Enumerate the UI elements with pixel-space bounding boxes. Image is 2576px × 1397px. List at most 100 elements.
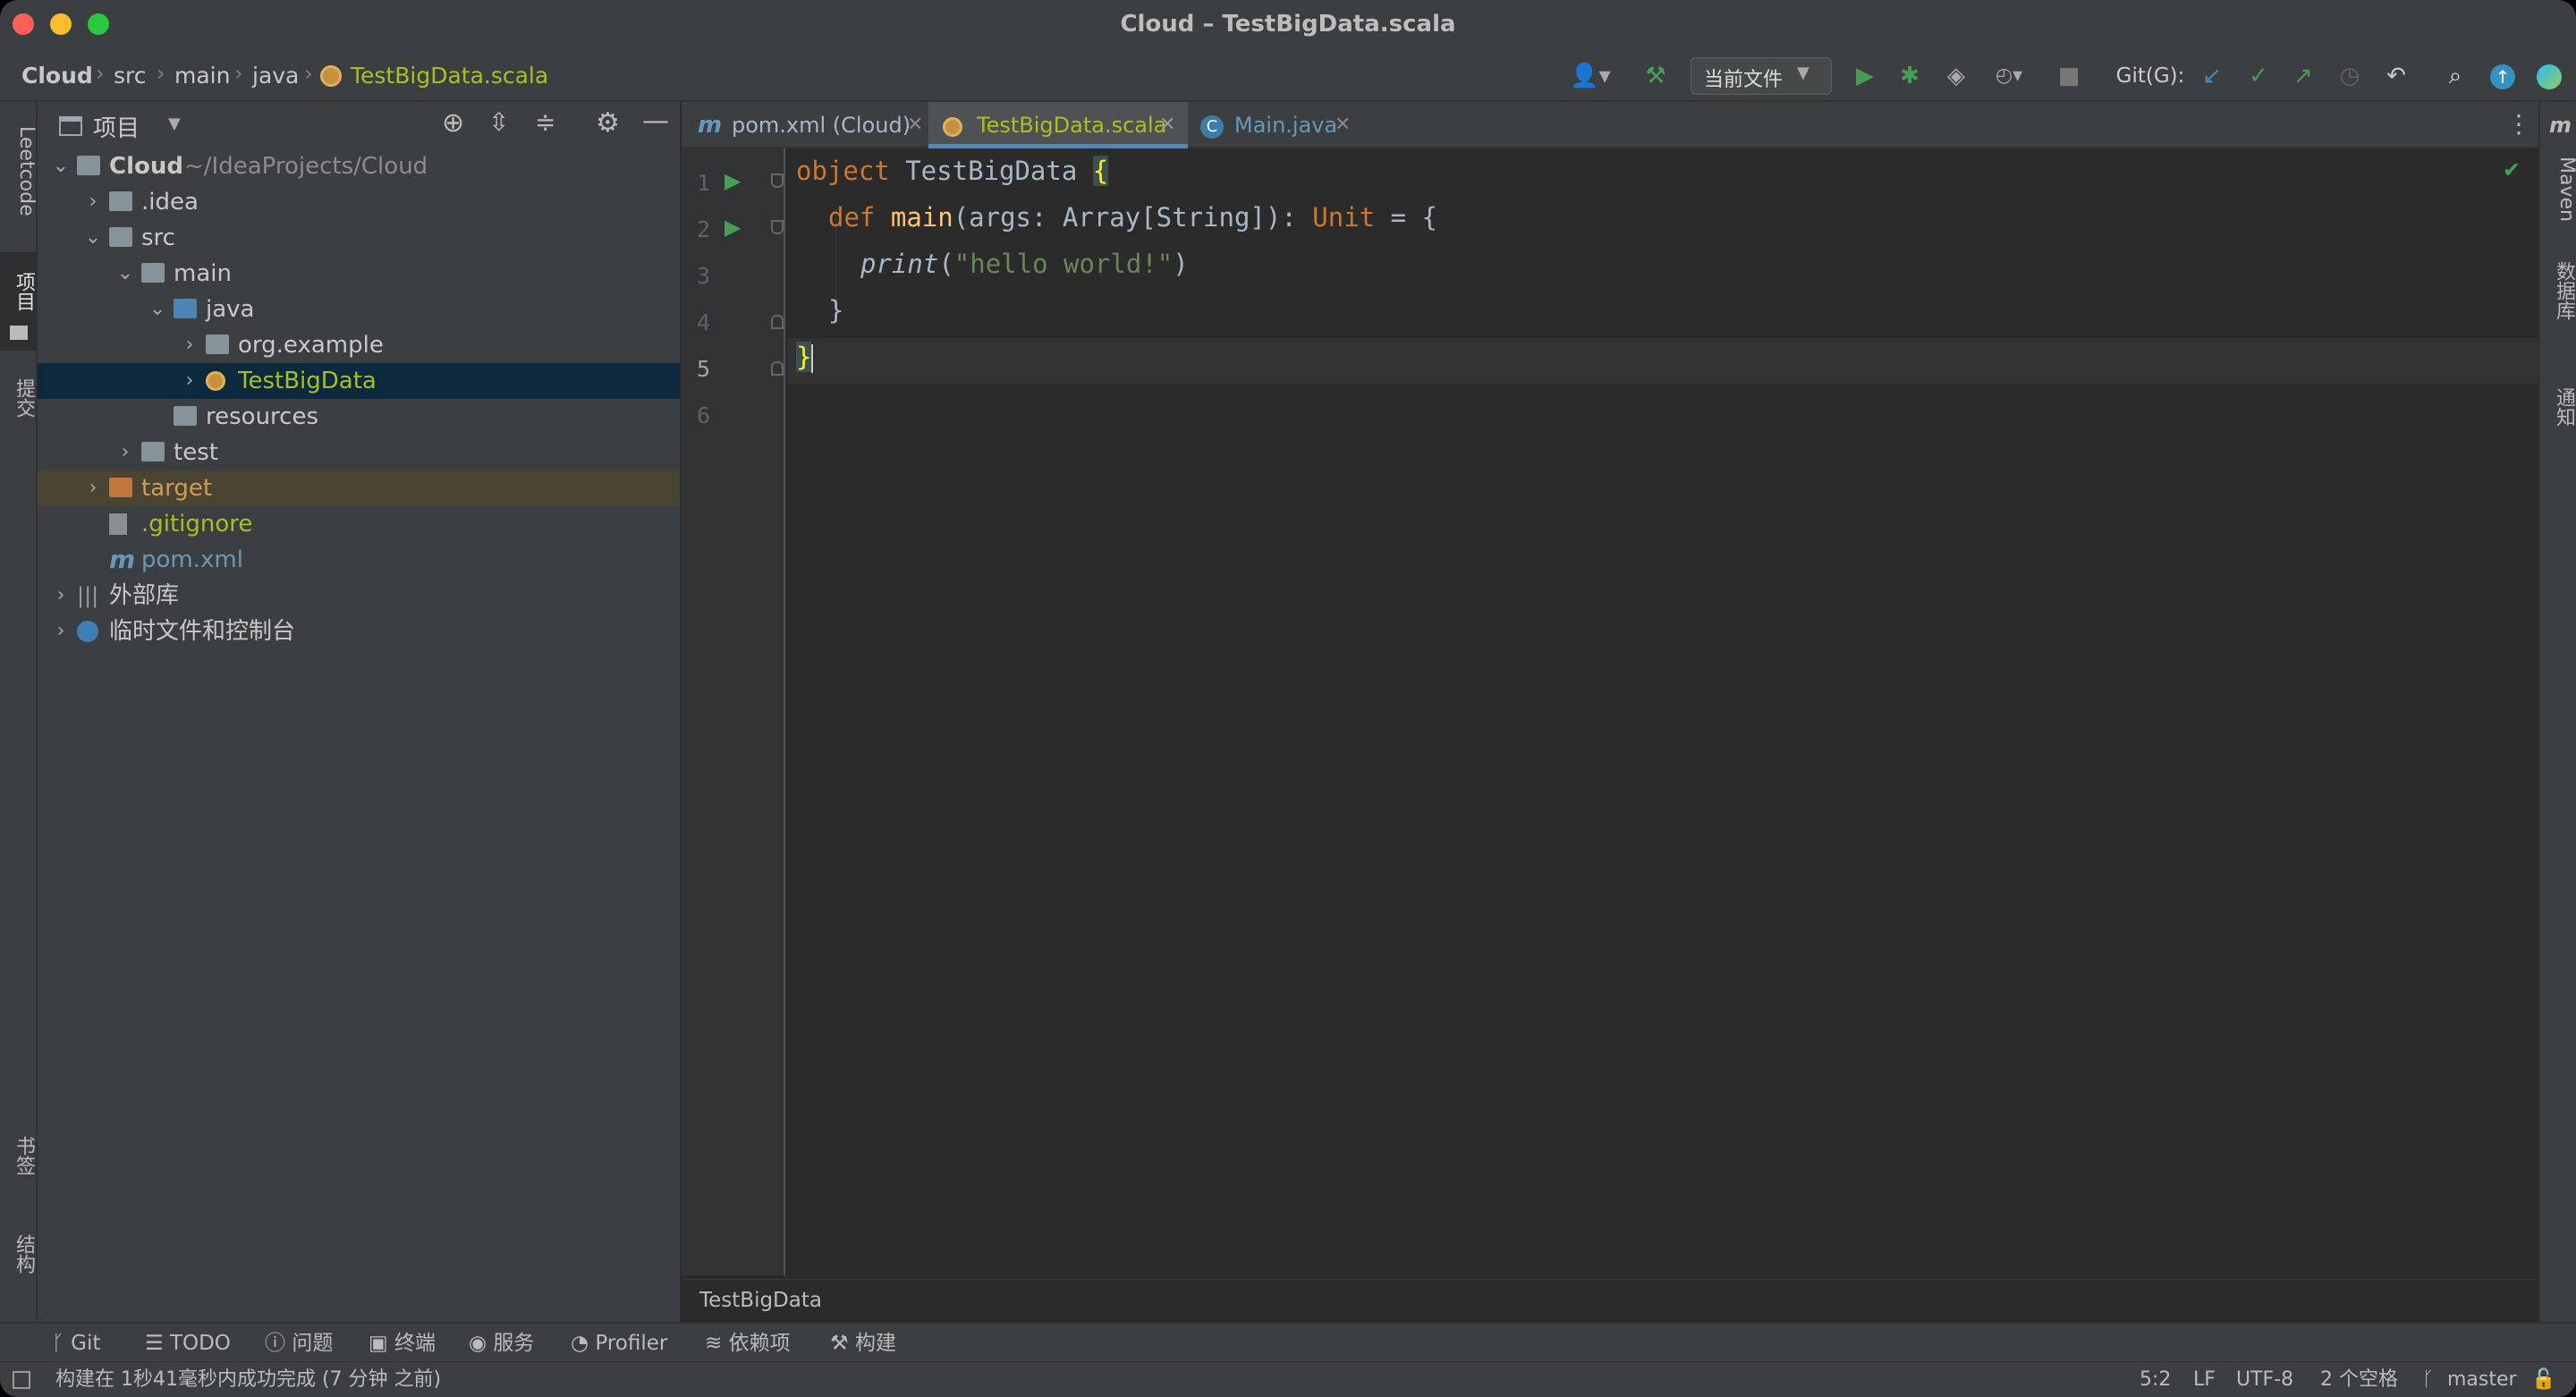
code-line-3[interactable]: print("hello world!") bbox=[860, 249, 1189, 279]
leetcode-tool[interactable]: Leetcode bbox=[0, 113, 38, 229]
git-branch[interactable]: master bbox=[2447, 1362, 2517, 1397]
caret-position[interactable]: 5:2 bbox=[2140, 1362, 2171, 1397]
file-encoding[interactable]: UTF-8 bbox=[2236, 1362, 2293, 1397]
tree-item[interactable]: › 临时文件和控制台 bbox=[38, 614, 680, 649]
tab-main-java[interactable]: C Main.java ✕ bbox=[1200, 102, 1433, 148]
close-window-button[interactable] bbox=[13, 13, 34, 35]
code-line-2[interactable]: def main(args: Array[String]): Unit = { bbox=[828, 202, 1437, 233]
chevron-right-icon[interactable]: › bbox=[179, 327, 200, 363]
run-gutter-icon[interactable]: ▶ bbox=[724, 168, 741, 193]
close-icon[interactable]: ✕ bbox=[1335, 102, 1351, 148]
fold-icon[interactable] bbox=[771, 361, 784, 376]
hide-icon[interactable]: — bbox=[642, 106, 669, 137]
chevron-down-icon[interactable]: ⌄ bbox=[50, 148, 72, 184]
database-tool[interactable]: 数据库 bbox=[2540, 241, 2576, 340]
services-tool[interactable]: ◉ 服务 bbox=[469, 1324, 534, 1363]
tree-item-src[interactable]: ⌄ src bbox=[38, 220, 680, 256]
build-tool[interactable]: ⚒ 构建 bbox=[830, 1324, 896, 1363]
minimize-window-button[interactable] bbox=[50, 13, 72, 35]
tree-item-target[interactable]: › target bbox=[38, 470, 680, 506]
chevron-right-icon[interactable]: › bbox=[50, 578, 72, 614]
run-gutter-icon[interactable]: ▶ bbox=[724, 215, 741, 240]
close-icon[interactable]: ✕ bbox=[1159, 102, 1175, 148]
tree-item-idea[interactable]: › .idea bbox=[38, 184, 680, 220]
expand-all-icon[interactable]: ⇳ bbox=[488, 107, 509, 137]
indent-setting[interactable]: 2 个空格 bbox=[2320, 1362, 2398, 1397]
account-icon[interactable]: 👤▾ bbox=[1565, 61, 1615, 91]
fold-icon[interactable] bbox=[771, 315, 784, 329]
editor-breadcrumb[interactable]: TestBigData bbox=[699, 1289, 822, 1312]
profiler-tool[interactable]: ◔ Profiler bbox=[571, 1324, 667, 1363]
tree-item-testbigdata[interactable]: › TestBigData bbox=[38, 363, 680, 399]
chevron-right-icon[interactable]: › bbox=[82, 470, 104, 506]
fold-icon[interactable] bbox=[771, 220, 784, 234]
tab-pom-xml[interactable]: m pom.xml (Cloud) ✕ bbox=[687, 102, 939, 148]
build-hammer-icon[interactable]: ⚒ bbox=[1640, 61, 1671, 91]
chevron-right-icon[interactable]: › bbox=[82, 184, 104, 220]
run-icon[interactable]: ▶ bbox=[1850, 61, 1880, 91]
maven-tool[interactable]: Maven bbox=[2540, 148, 2576, 229]
status-message[interactable]: 构建在 1秒41毫秒内成功完成 (7 分钟 之前) bbox=[55, 1362, 441, 1397]
structure-tool[interactable]: 结构 bbox=[0, 1227, 38, 1281]
dependencies-tool[interactable]: ≋ 依赖项 bbox=[705, 1324, 791, 1363]
breadcrumb-src[interactable]: src bbox=[114, 63, 147, 89]
tree-item-cloud[interactable]: ⌄ Cloud ~/IdeaProjects/Cloud bbox=[38, 148, 680, 184]
chevron-right-icon[interactable]: › bbox=[179, 363, 200, 399]
chevron-down-icon[interactable]: ⌄ bbox=[114, 256, 136, 292]
tree-item-main[interactable]: ⌄ main bbox=[38, 256, 680, 292]
inspection-ok-icon[interactable]: ✔ bbox=[2503, 157, 2521, 182]
search-icon[interactable]: ⌕ bbox=[2440, 61, 2470, 91]
tool-windows-icon[interactable] bbox=[13, 1371, 30, 1389]
breadcrumb-main[interactable]: main bbox=[174, 63, 230, 89]
git-tool[interactable]: ᚴ Git bbox=[52, 1324, 100, 1363]
code-line-4[interactable]: } bbox=[828, 295, 843, 326]
breadcrumb-project[interactable]: Cloud bbox=[21, 63, 93, 89]
line-separator[interactable]: LF bbox=[2193, 1362, 2216, 1397]
debug-icon[interactable]: ✱ bbox=[1894, 61, 1925, 91]
coverage-icon[interactable]: ◈ bbox=[1941, 61, 1971, 91]
zoom-window-button[interactable] bbox=[88, 13, 109, 35]
breadcrumb-file[interactable]: TestBigData.scala bbox=[351, 63, 548, 89]
git-update-icon[interactable]: ↙ bbox=[2197, 61, 2227, 91]
collapse-all-icon[interactable]: ≑ bbox=[535, 107, 555, 137]
tree-item-test[interactable]: › test bbox=[38, 435, 680, 470]
plugin-icon[interactable] bbox=[2537, 64, 2562, 89]
code-line-5[interactable]: } bbox=[796, 342, 814, 373]
git-push-icon[interactable]: ↗ bbox=[2288, 61, 2318, 91]
more-tabs-icon[interactable]: ⋮ bbox=[2506, 109, 2531, 139]
terminal-tool[interactable]: ▣ 终端 bbox=[369, 1324, 436, 1363]
chevron-right-icon[interactable]: › bbox=[50, 614, 72, 649]
problems-tool[interactable]: ⓘ 问题 bbox=[265, 1324, 333, 1363]
gear-icon[interactable]: ⚙ bbox=[596, 107, 620, 139]
chevron-down-icon[interactable]: ⌄ bbox=[82, 220, 104, 256]
project-view-title[interactable]: 项目 bbox=[93, 110, 140, 143]
tree-item-org-example[interactable]: › org.example bbox=[38, 327, 680, 363]
commit-tool[interactable]: 提交 bbox=[0, 367, 38, 429]
todo-tool[interactable]: ☰ TODO bbox=[145, 1324, 231, 1363]
close-icon[interactable]: ✕ bbox=[907, 102, 923, 148]
tab-testbigdata-scala[interactable]: TestBigData.scala ✕ bbox=[928, 102, 1188, 148]
git-commit-icon[interactable]: ✓ bbox=[2243, 61, 2274, 91]
notifications-tool[interactable]: 通知 bbox=[2540, 367, 2576, 447]
tree-item-resources[interactable]: resources bbox=[38, 399, 680, 435]
tree-item[interactable]: › ||| 外部库 bbox=[38, 578, 680, 614]
project-tool-button[interactable]: 项目 bbox=[0, 252, 36, 351]
rollback-icon[interactable]: ↶ bbox=[2381, 61, 2411, 91]
update-icon[interactable]: ↑ bbox=[2490, 64, 2515, 89]
tree-item-gitignore[interactable]: .gitignore bbox=[38, 506, 680, 542]
breadcrumb-java[interactable]: java bbox=[252, 63, 299, 89]
locate-file-icon[interactable]: ⊕ bbox=[442, 107, 464, 139]
chevron-down-icon[interactable]: ⌄ bbox=[147, 292, 168, 327]
stop-icon[interactable]: ■ bbox=[2057, 61, 2080, 91]
run-configuration-select[interactable]: 当前文件 ▼ bbox=[1690, 57, 1832, 95]
lock-icon[interactable]: 🔓 bbox=[2531, 1362, 2555, 1397]
chevron-right-icon[interactable]: › bbox=[114, 435, 136, 470]
history-icon[interactable]: ◷ bbox=[2334, 61, 2365, 91]
code-line-1[interactable]: object TestBigData { bbox=[796, 156, 1109, 186]
profile-icon[interactable]: ◴▾ bbox=[1984, 61, 2034, 91]
chevron-down-icon[interactable]: ▼ bbox=[168, 114, 181, 133]
bookmarks-tool[interactable]: 书签 bbox=[0, 1129, 38, 1182]
tree-item-pom-xml[interactable]: m pom.xml bbox=[38, 542, 680, 578]
fold-icon[interactable] bbox=[771, 174, 784, 188]
tree-item-java[interactable]: ⌄ java bbox=[38, 292, 680, 327]
